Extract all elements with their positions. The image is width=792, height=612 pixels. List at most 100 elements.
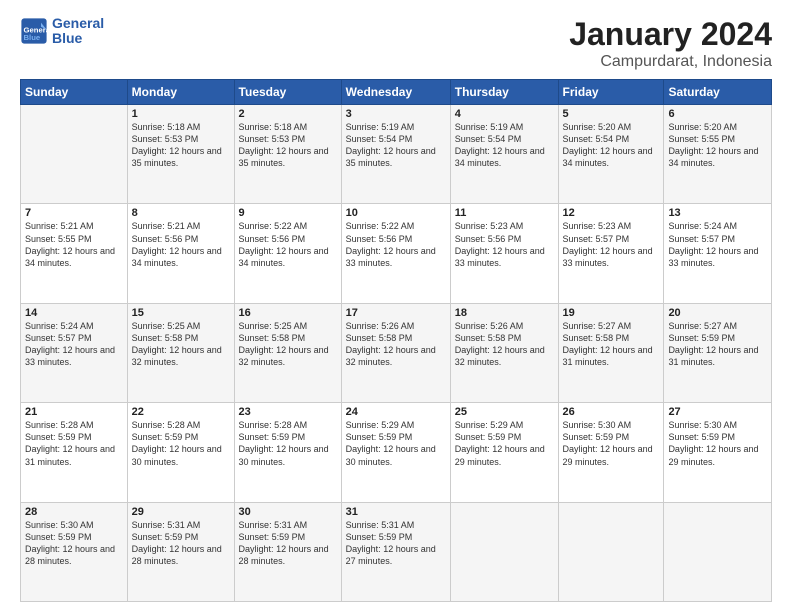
day-info: Sunrise: 5:27 AM Sunset: 5:58 PM Dayligh… (563, 320, 660, 369)
day-number: 30 (239, 506, 337, 518)
week-row-5: 28Sunrise: 5:30 AM Sunset: 5:59 PM Dayli… (21, 502, 772, 601)
day-number: 7 (25, 207, 123, 219)
day-number: 24 (346, 406, 446, 418)
day-number: 14 (25, 307, 123, 319)
day-number: 23 (239, 406, 337, 418)
day-info: Sunrise: 5:27 AM Sunset: 5:59 PM Dayligh… (668, 320, 767, 369)
day-number: 1 (132, 108, 230, 120)
header-day-tuesday: Tuesday (234, 80, 341, 105)
day-number: 2 (239, 108, 337, 120)
day-info: Sunrise: 5:31 AM Sunset: 5:59 PM Dayligh… (239, 519, 337, 568)
day-cell: 25Sunrise: 5:29 AM Sunset: 5:59 PM Dayli… (450, 403, 558, 502)
day-cell: 28Sunrise: 5:30 AM Sunset: 5:59 PM Dayli… (21, 502, 128, 601)
day-cell: 21Sunrise: 5:28 AM Sunset: 5:59 PM Dayli… (21, 403, 128, 502)
day-info: Sunrise: 5:26 AM Sunset: 5:58 PM Dayligh… (346, 320, 446, 369)
day-number: 4 (455, 108, 554, 120)
day-info: Sunrise: 5:25 AM Sunset: 5:58 PM Dayligh… (132, 320, 230, 369)
header-row: SundayMondayTuesdayWednesdayThursdayFrid… (21, 80, 772, 105)
day-cell: 6Sunrise: 5:20 AM Sunset: 5:55 PM Daylig… (664, 105, 772, 204)
day-info: Sunrise: 5:29 AM Sunset: 5:59 PM Dayligh… (346, 419, 446, 468)
day-info: Sunrise: 5:21 AM Sunset: 5:56 PM Dayligh… (132, 220, 230, 269)
day-cell: 20Sunrise: 5:27 AM Sunset: 5:59 PM Dayli… (664, 303, 772, 402)
day-cell: 14Sunrise: 5:24 AM Sunset: 5:57 PM Dayli… (21, 303, 128, 402)
day-number: 20 (668, 307, 767, 319)
day-cell: 9Sunrise: 5:22 AM Sunset: 5:56 PM Daylig… (234, 204, 341, 303)
logo-line2: Blue (52, 30, 82, 46)
week-row-4: 21Sunrise: 5:28 AM Sunset: 5:59 PM Dayli… (21, 403, 772, 502)
day-number: 27 (668, 406, 767, 418)
day-cell (664, 502, 772, 601)
day-info: Sunrise: 5:28 AM Sunset: 5:59 PM Dayligh… (25, 419, 123, 468)
day-cell: 10Sunrise: 5:22 AM Sunset: 5:56 PM Dayli… (341, 204, 450, 303)
header-day-monday: Monday (127, 80, 234, 105)
day-info: Sunrise: 5:29 AM Sunset: 5:59 PM Dayligh… (455, 419, 554, 468)
day-info: Sunrise: 5:24 AM Sunset: 5:57 PM Dayligh… (25, 320, 123, 369)
day-cell (450, 502, 558, 601)
day-cell: 8Sunrise: 5:21 AM Sunset: 5:56 PM Daylig… (127, 204, 234, 303)
calendar-subtitle: Campurdarat, Indonesia (569, 53, 772, 71)
logo-line1: General (52, 15, 104, 31)
day-number: 9 (239, 207, 337, 219)
day-cell: 27Sunrise: 5:30 AM Sunset: 5:59 PM Dayli… (664, 403, 772, 502)
day-number: 3 (346, 108, 446, 120)
day-number: 5 (563, 108, 660, 120)
calendar-title: January 2024 (569, 16, 772, 53)
day-cell: 16Sunrise: 5:25 AM Sunset: 5:58 PM Dayli… (234, 303, 341, 402)
day-number: 22 (132, 406, 230, 418)
day-number: 8 (132, 207, 230, 219)
day-cell: 5Sunrise: 5:20 AM Sunset: 5:54 PM Daylig… (558, 105, 664, 204)
day-cell: 29Sunrise: 5:31 AM Sunset: 5:59 PM Dayli… (127, 502, 234, 601)
day-info: Sunrise: 5:25 AM Sunset: 5:58 PM Dayligh… (239, 320, 337, 369)
day-number: 31 (346, 506, 446, 518)
day-number: 15 (132, 307, 230, 319)
day-cell: 3Sunrise: 5:19 AM Sunset: 5:54 PM Daylig… (341, 105, 450, 204)
day-info: Sunrise: 5:18 AM Sunset: 5:53 PM Dayligh… (239, 121, 337, 170)
day-cell: 26Sunrise: 5:30 AM Sunset: 5:59 PM Dayli… (558, 403, 664, 502)
page: General Blue General Blue January 2024 C… (0, 0, 792, 612)
day-info: Sunrise: 5:23 AM Sunset: 5:57 PM Dayligh… (563, 220, 660, 269)
day-cell: 13Sunrise: 5:24 AM Sunset: 5:57 PM Dayli… (664, 204, 772, 303)
day-number: 10 (346, 207, 446, 219)
day-number: 29 (132, 506, 230, 518)
calendar-table: SundayMondayTuesdayWednesdayThursdayFrid… (20, 79, 772, 602)
day-info: Sunrise: 5:22 AM Sunset: 5:56 PM Dayligh… (239, 220, 337, 269)
day-info: Sunrise: 5:18 AM Sunset: 5:53 PM Dayligh… (132, 121, 230, 170)
day-cell: 12Sunrise: 5:23 AM Sunset: 5:57 PM Dayli… (558, 204, 664, 303)
day-cell: 11Sunrise: 5:23 AM Sunset: 5:56 PM Dayli… (450, 204, 558, 303)
day-cell: 2Sunrise: 5:18 AM Sunset: 5:53 PM Daylig… (234, 105, 341, 204)
header-day-sunday: Sunday (21, 80, 128, 105)
day-info: Sunrise: 5:31 AM Sunset: 5:59 PM Dayligh… (346, 519, 446, 568)
day-cell (21, 105, 128, 204)
day-info: Sunrise: 5:20 AM Sunset: 5:55 PM Dayligh… (668, 121, 767, 170)
day-info: Sunrise: 5:22 AM Sunset: 5:56 PM Dayligh… (346, 220, 446, 269)
header: General Blue General Blue January 2024 C… (20, 16, 772, 71)
day-cell: 24Sunrise: 5:29 AM Sunset: 5:59 PM Dayli… (341, 403, 450, 502)
day-number: 19 (563, 307, 660, 319)
week-row-1: 1Sunrise: 5:18 AM Sunset: 5:53 PM Daylig… (21, 105, 772, 204)
header-day-friday: Friday (558, 80, 664, 105)
day-info: Sunrise: 5:28 AM Sunset: 5:59 PM Dayligh… (239, 419, 337, 468)
day-number: 13 (668, 207, 767, 219)
day-number: 17 (346, 307, 446, 319)
title-block: January 2024 Campurdarat, Indonesia (569, 16, 772, 71)
day-info: Sunrise: 5:26 AM Sunset: 5:58 PM Dayligh… (455, 320, 554, 369)
logo-text: General Blue (52, 16, 104, 47)
day-info: Sunrise: 5:31 AM Sunset: 5:59 PM Dayligh… (132, 519, 230, 568)
day-cell: 23Sunrise: 5:28 AM Sunset: 5:59 PM Dayli… (234, 403, 341, 502)
logo: General Blue General Blue (20, 16, 104, 47)
day-info: Sunrise: 5:19 AM Sunset: 5:54 PM Dayligh… (455, 121, 554, 170)
day-cell: 18Sunrise: 5:26 AM Sunset: 5:58 PM Dayli… (450, 303, 558, 402)
day-cell: 31Sunrise: 5:31 AM Sunset: 5:59 PM Dayli… (341, 502, 450, 601)
day-number: 11 (455, 207, 554, 219)
logo-icon: General Blue (20, 17, 48, 45)
day-cell: 7Sunrise: 5:21 AM Sunset: 5:55 PM Daylig… (21, 204, 128, 303)
day-cell: 1Sunrise: 5:18 AM Sunset: 5:53 PM Daylig… (127, 105, 234, 204)
week-row-3: 14Sunrise: 5:24 AM Sunset: 5:57 PM Dayli… (21, 303, 772, 402)
day-cell: 15Sunrise: 5:25 AM Sunset: 5:58 PM Dayli… (127, 303, 234, 402)
day-number: 6 (668, 108, 767, 120)
week-row-2: 7Sunrise: 5:21 AM Sunset: 5:55 PM Daylig… (21, 204, 772, 303)
day-cell: 4Sunrise: 5:19 AM Sunset: 5:54 PM Daylig… (450, 105, 558, 204)
day-number: 28 (25, 506, 123, 518)
header-day-thursday: Thursday (450, 80, 558, 105)
day-cell: 17Sunrise: 5:26 AM Sunset: 5:58 PM Dayli… (341, 303, 450, 402)
